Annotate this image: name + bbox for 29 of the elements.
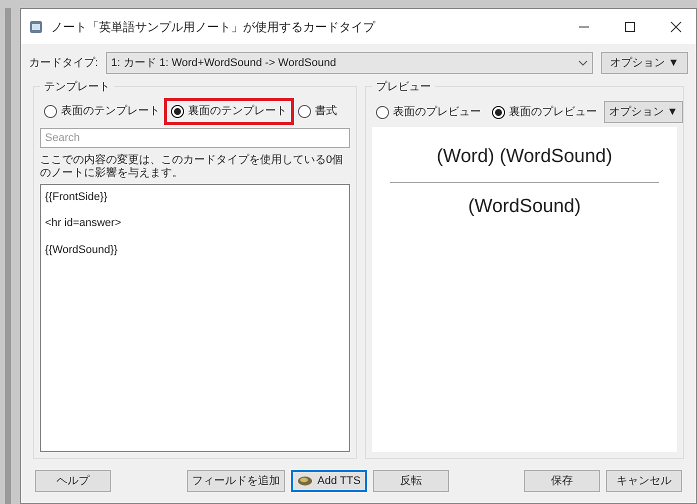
card-type-dropdown[interactable]: 1: カード 1: Word+WordSound -> WordSound xyxy=(106,52,594,74)
options-button[interactable]: オプション ▼ xyxy=(601,52,688,74)
template-editor[interactable]: {{FrontSide}} <hr id=answer> {{WordSound}} xyxy=(40,184,350,452)
dialog-button[interactable]: ヘルプ xyxy=(35,470,111,492)
maximize-icon[interactable] xyxy=(624,20,636,32)
window-title: ノート「英単語サンプル用ノート」が使用するカードタイプ xyxy=(51,18,375,36)
close-icon[interactable] xyxy=(670,20,682,32)
radio-option[interactable]: 裏面のプレビュー xyxy=(488,102,601,122)
code-line: {{WordSound}} xyxy=(45,242,119,258)
dialog-button[interactable]: 反転 xyxy=(373,470,449,492)
dialog-button[interactable]: Add TTS xyxy=(291,470,367,492)
answer-text: (WordSound) xyxy=(468,194,581,218)
card-type-label: カードタイプ: xyxy=(29,56,98,71)
options-button[interactable]: オプション ▼ xyxy=(604,101,683,123)
radio-option[interactable]: 裏面のテンプレート xyxy=(167,101,291,122)
app-icon xyxy=(29,20,43,34)
speaker-icon xyxy=(297,475,314,487)
search-field[interactable]: Search xyxy=(40,128,350,148)
chevron-icon xyxy=(578,60,588,66)
radio-option[interactable]: 表面のテンプレート xyxy=(40,101,164,122)
dialog-button[interactable]: 保存 xyxy=(524,470,600,492)
code-line: {{FrontSide}} xyxy=(45,190,108,204)
question-text: (Word) (WordSound) xyxy=(436,145,612,169)
radio-option[interactable]: 書式 xyxy=(294,101,341,122)
notice-text: ここでの内容の変更は、このカードタイプを使用している0個のノートに影響を与えます。 xyxy=(40,154,344,180)
code-line: <hr id=answer> xyxy=(45,216,122,231)
dialog-button[interactable]: フィールドを追加 xyxy=(187,470,285,492)
radio-option[interactable]: 表面のプレビュー xyxy=(372,102,485,122)
dialog-button[interactable]: キャンセル xyxy=(606,470,682,492)
